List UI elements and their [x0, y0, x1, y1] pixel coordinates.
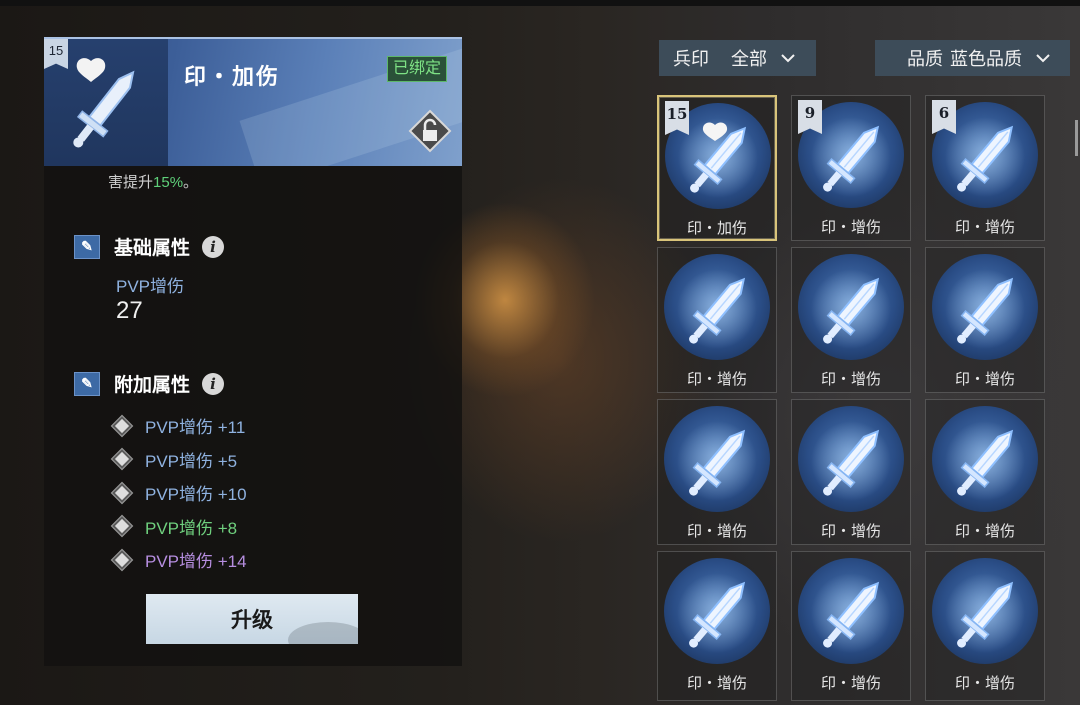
inventory-slot[interactable]: 印・增伤: [925, 247, 1045, 393]
extra-attr-text: PVP增伤 +11: [145, 418, 246, 438]
item-orb: [932, 558, 1038, 664]
base-attr-label: PVP增伤: [116, 277, 185, 296]
top-edge: [0, 0, 1080, 6]
seal-icon: ✎: [74, 371, 100, 396]
diamond-bullet-icon: [112, 549, 132, 570]
extra-attr-row: PVP增伤 +10: [112, 476, 247, 510]
scrollbar-thumb[interactable]: [1075, 120, 1078, 156]
desc-highlight-value: 15%: [153, 174, 184, 191]
item-label: 印・增伤: [686, 371, 747, 388]
button-mist-decoration: [288, 622, 358, 644]
item-label: 印・增伤: [686, 675, 747, 692]
extra-attr-text: PVP增伤 +5: [145, 451, 238, 471]
item-label: 印・加伤: [686, 220, 747, 237]
diamond-bullet-icon: [112, 415, 132, 436]
item-label: 印・增伤: [954, 219, 1015, 236]
type-filter-label: 兵印: [673, 49, 709, 69]
quality-filter-label: 品质: [907, 49, 943, 69]
quality-filter-value: 蓝色品质: [950, 49, 1022, 69]
item-orb: [664, 558, 770, 664]
item-title: 印・加伤: [184, 64, 281, 90]
sword-icon: [677, 269, 757, 349]
inventory-slot[interactable]: 印・增伤: [791, 399, 911, 545]
item-label: 印・增伤: [954, 371, 1015, 388]
upgrade-button-label: 升级: [231, 607, 273, 632]
item-description: 害提升15%。: [108, 171, 198, 192]
inventory-slot[interactable]: 印・增伤: [791, 551, 911, 701]
extra-section-title: 附加属性: [114, 374, 191, 396]
item-orb: [664, 406, 770, 512]
item-icon-frame: 15: [44, 39, 168, 166]
bound-status-badge: 已绑定: [387, 56, 448, 82]
diamond-bullet-icon: [112, 449, 132, 470]
sword-icon: [945, 421, 1025, 501]
sword-icon: [811, 573, 891, 653]
extra-attr-row: PVP增伤 +11: [112, 409, 247, 443]
item-orb: [932, 254, 1038, 360]
item-orb: [664, 254, 770, 360]
sword-icon: [811, 421, 891, 501]
extra-attr-text: PVP增伤 +14: [145, 552, 247, 572]
desc-prefix: 害提升: [108, 174, 154, 191]
info-icon[interactable]: i: [202, 372, 225, 395]
inventory-slot[interactable]: 印・增伤: [657, 399, 777, 545]
extra-attr-row: PVP增伤 +8: [112, 510, 247, 544]
item-label: 印・增伤: [820, 523, 881, 540]
diamond-bullet-icon: [112, 482, 132, 503]
extra-attr-row: PVP增伤 +14: [112, 543, 247, 577]
extra-attr-row: PVP增伤 +5: [112, 443, 247, 477]
seal-icon: ✎: [74, 234, 100, 259]
sword-icon: [811, 269, 891, 349]
extra-attributes-list: PVP增伤 +11 PVP增伤 +5 PVP增伤 +10 PVP增伤 +8 PV…: [112, 409, 247, 577]
item-detail-panel: 15 印・加伤 已绑定 害提升15%。 ✎ 基础属性 i PVP增伤 27 ✎ …: [44, 37, 462, 666]
extra-attributes-heading: ✎ 附加属性 i: [74, 370, 225, 397]
base-section-title: 基础属性: [114, 237, 191, 259]
chevron-down-icon: [781, 54, 795, 63]
inventory-slot[interactable]: 印・增伤: [925, 399, 1045, 545]
chevron-down-icon: [1036, 54, 1050, 63]
inventory-slot[interactable]: 印・增伤: [657, 247, 777, 393]
extra-attr-text: PVP增伤 +8: [145, 518, 238, 538]
desc-suffix: 。: [183, 174, 199, 191]
type-filter-value: 全部: [731, 49, 767, 69]
item-label: 印・增伤: [686, 523, 747, 540]
item-label: 印・增伤: [820, 219, 881, 236]
inventory-slot[interactable]: 6 印・增伤: [925, 95, 1045, 241]
item-label: 印・增伤: [820, 371, 881, 388]
quality-filter-dropdown[interactable]: 品质 蓝色品质: [875, 40, 1070, 76]
inventory-slot-selected[interactable]: 15 印・加伤: [657, 95, 777, 241]
sword-heart-icon: [73, 58, 135, 148]
inventory-slot[interactable]: 9 印・增伤: [791, 95, 911, 241]
item-orb: [798, 558, 904, 664]
item-orb: [932, 406, 1038, 512]
type-filter-dropdown[interactable]: 兵印 全部: [659, 40, 816, 76]
extra-attr-text: PVP增伤 +10: [145, 485, 247, 505]
sword-icon: [945, 269, 1025, 349]
inventory-slot[interactable]: 印・增伤: [657, 551, 777, 701]
sword-icon: [945, 573, 1025, 653]
item-detail-header: 15 印・加伤 已绑定: [44, 37, 462, 166]
item-orb: [798, 406, 904, 512]
inventory-slot[interactable]: 印・增伤: [791, 247, 911, 393]
item-label: 印・增伤: [954, 675, 1015, 692]
item-label: 印・增伤: [820, 675, 881, 692]
sword-icon: [677, 421, 757, 501]
upgrade-button[interactable]: 升级: [146, 594, 358, 644]
item-orb: [798, 254, 904, 360]
item-label: 印・增伤: [954, 523, 1015, 540]
base-attributes-heading: ✎ 基础属性 i: [74, 233, 225, 260]
sword-icon: [677, 573, 757, 653]
inventory-slot[interactable]: 印・增伤: [925, 551, 1045, 701]
base-attr-value: 27: [116, 297, 143, 324]
diamond-bullet-icon: [112, 516, 132, 537]
lock-icon[interactable]: [408, 109, 452, 153]
info-icon[interactable]: i: [202, 235, 225, 258]
